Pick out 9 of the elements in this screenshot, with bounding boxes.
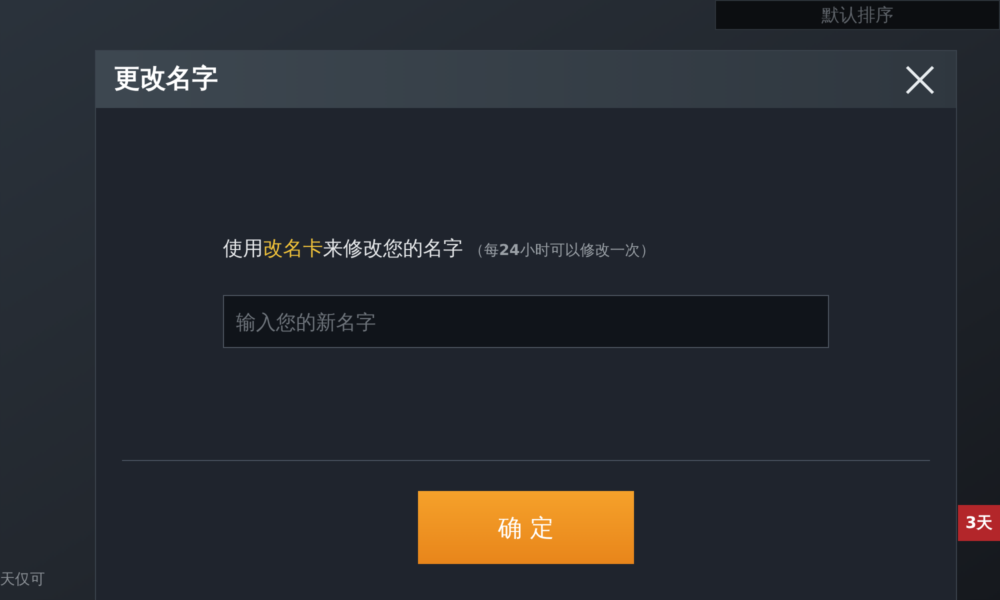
dialog-title: 更改名字 [114,63,218,96]
rename-limit-note: （每24小时可以修改一次） [469,240,655,261]
days-text: 3天 [965,512,993,534]
confirm-button[interactable]: 确 定 [418,491,634,564]
close-icon [905,64,935,94]
name-input-field[interactable]: 输入您的新名字 [223,295,829,348]
sort-label: 默认排序 [822,4,894,28]
rename-instruction: 使用改名卡来修改您的名字 [223,235,463,262]
caption-text: 天仅可 [0,569,45,590]
